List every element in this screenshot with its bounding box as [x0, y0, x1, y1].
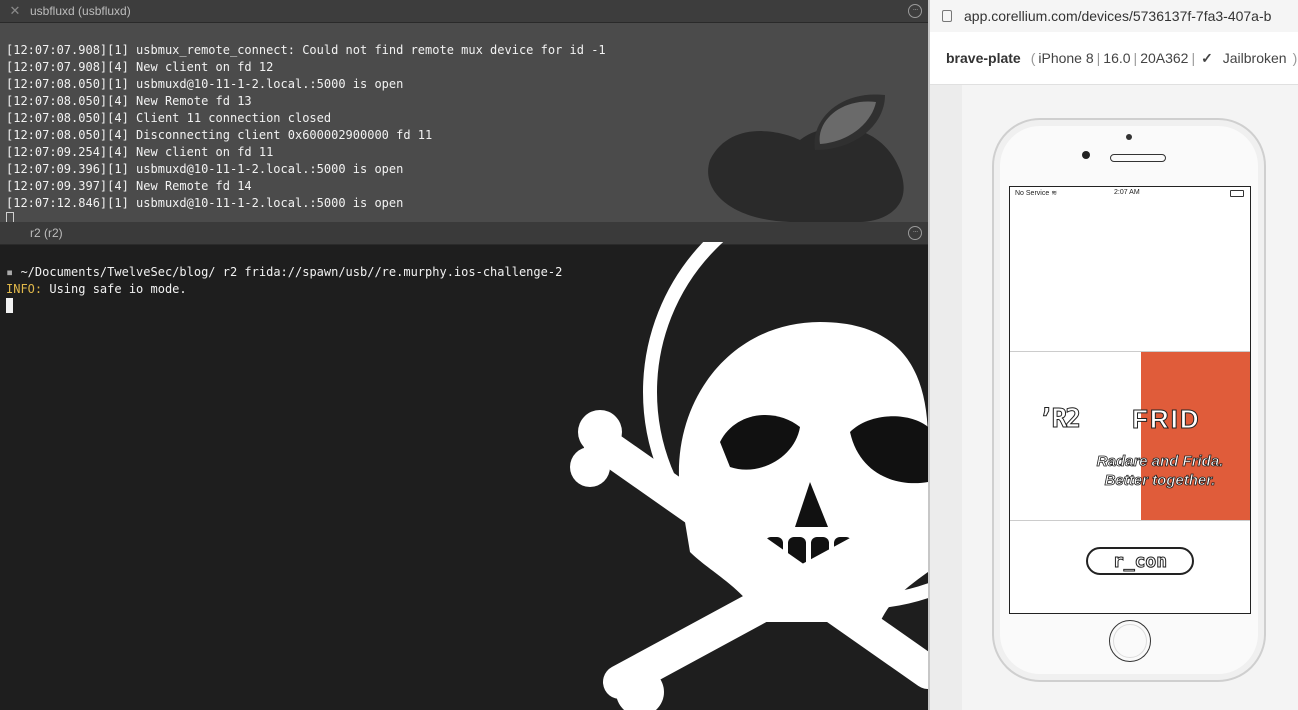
r2-terminal-pane[interactable]: r2 (r2) ··· ▪ ~/Documents/TwelveSec/blog… [0, 222, 928, 710]
jailbroken-label: Jailbroken [1222, 49, 1287, 66]
page-icon [942, 10, 952, 22]
tab-bar: ✕ usbfluxd (usbfluxd) ··· [0, 0, 928, 23]
proximity-sensor [1126, 134, 1132, 140]
tagline-line: Radare and Frida. [1096, 453, 1224, 471]
terminal-line: [12:07:08.050][4] Disconnecting client 0… [6, 128, 433, 142]
status-bar: No Service ≋ 2:07 AM [1010, 187, 1250, 199]
terminal-line: [12:07:08.050][1] usbmuxd@10-11-1-2.loca… [6, 77, 404, 91]
tagline-line: Better together. [1104, 472, 1216, 490]
device-info-bar: brave-plate (iPhone 8 | 16.0 | 20A362 | ✓ Jail… [930, 32, 1298, 85]
device-build: 20A362 [1140, 49, 1189, 66]
device-screen[interactable]: No Service ≋ 2:07 AM ’R2 FRID Radare and… [1009, 186, 1251, 614]
apple-prompt-icon: ▪ [6, 265, 21, 279]
terminal-output: ▪ ~/Documents/TwelveSec/blog/ r2 frida:/… [6, 247, 562, 349]
more-options-icon[interactable]: ··· [908, 226, 922, 240]
side-gutter [930, 85, 962, 710]
tagline: Radare and Frida. Better together. [1070, 452, 1250, 490]
terminal-line: [12:07:09.254][4] New client on fd 11 [6, 145, 274, 159]
info-label: INFO: [6, 282, 43, 296]
status-time: 2:07 AM [1114, 189, 1140, 196]
terminal-line: [12:07:07.908][1] usbmux_remote_connect:… [6, 43, 606, 57]
frida-red-panel [1141, 352, 1250, 520]
terminal-output: [12:07:07.908][1] usbmux_remote_connect:… [6, 25, 606, 222]
close-icon[interactable] [8, 226, 22, 240]
prompt-command: ~/Documents/TwelveSec/blog/ r2 frida://s… [20, 265, 563, 279]
rcon-logo: r_con [1086, 547, 1194, 575]
tab-title[interactable]: usbfluxd (usbfluxd) [30, 4, 131, 18]
terminal-line: [12:07:09.397][4] New Remote fd 14 [6, 179, 252, 193]
terminal-line: [12:07:08.050][4] Client 11 connection c… [6, 111, 332, 125]
wifi-icon: ≋ [1051, 190, 1058, 197]
device-name: brave-plate [946, 50, 1021, 66]
device-version: 16.0 [1103, 49, 1131, 66]
browser-window: app.corellium.com/devices/5736137f-7fa3-… [928, 0, 1298, 710]
terminal-line: [12:07:09.396][1] usbmuxd@10-11-1-2.loca… [6, 162, 404, 176]
earpiece-speaker [1110, 154, 1166, 162]
terminal-line: [12:07:12.846][1] usbmuxd@10-11-1-2.loca… [6, 196, 404, 210]
terminal-line: [12:07:08.050][4] New Remote fd 13 [6, 94, 252, 108]
check-icon: ✓ [1201, 49, 1213, 66]
more-options-icon[interactable]: ··· [908, 4, 922, 18]
r2-frida-banner: ’R2 FRID Radare and Frida. Better togeth… [1010, 351, 1250, 521]
usbfluxd-terminal-pane[interactable]: ✕ usbfluxd (usbfluxd) ··· [12:07:07.908]… [0, 0, 928, 222]
device-details: (iPhone 8 | 16.0 | 20A362 | ✓ Jailbroken) [1030, 49, 1298, 66]
address-bar[interactable]: app.corellium.com/devices/5736137f-7fa3-… [930, 0, 1298, 33]
url-text[interactable]: app.corellium.com/devices/5736137f-7fa3-… [964, 8, 1271, 24]
tab-title[interactable]: r2 (r2) [30, 226, 63, 240]
carrier-status: No Service ≋ [1015, 190, 1058, 197]
battery-icon [1230, 190, 1244, 197]
close-icon[interactable]: ✕ [8, 4, 22, 18]
iphone-device: No Service ≋ 2:07 AM ’R2 FRID Radare and… [992, 118, 1266, 682]
front-camera [1082, 151, 1090, 159]
home-button[interactable] [1109, 620, 1151, 662]
info-text: Using safe io mode. [42, 282, 187, 296]
skull-crossbones-wallpaper [570, 242, 928, 710]
terminal-cursor [6, 298, 13, 313]
apple-logo-wallpaper [708, 94, 904, 222]
r2-logo: ’R2 [1038, 404, 1082, 435]
terminal-cursor [6, 212, 14, 222]
device-model: iPhone 8 [1038, 49, 1094, 66]
frida-logo: FRID [1132, 404, 1201, 435]
terminal-line: [12:07:07.908][4] New client on fd 12 [6, 60, 274, 74]
